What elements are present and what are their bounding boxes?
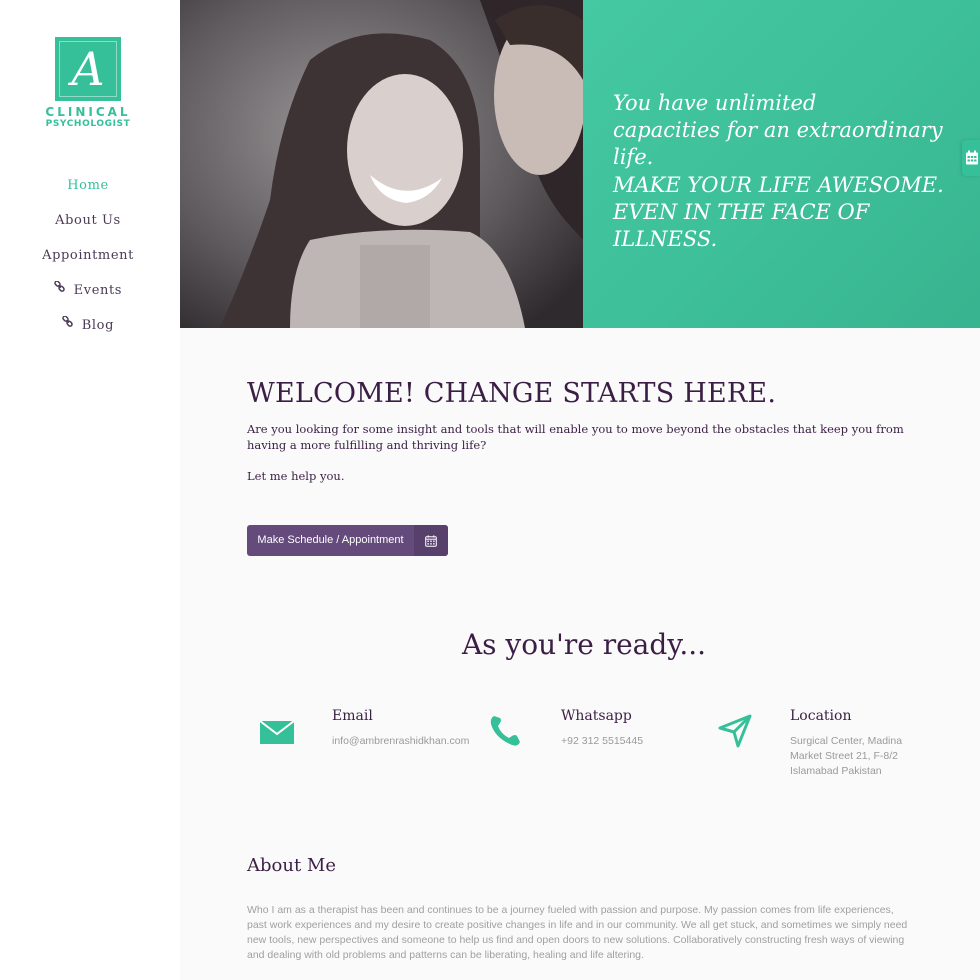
hero-slogan-line1: MAKE YOUR LIFE AWESOME. <box>613 173 944 197</box>
calendar-icon <box>966 150 978 165</box>
nav-item-label: Blog <box>81 318 114 333</box>
hero-slogan: MAKE YOUR LIFE AWESOME. EVEN IN THE FACE… <box>613 172 973 253</box>
ready-section-title: As you're ready... <box>461 628 707 661</box>
contact-email-title: Email <box>332 708 373 724</box>
nav-item-appointment[interactable]: Appointment <box>0 240 176 275</box>
logo-text-psychologist: PSYCHOLOGIST <box>45 119 131 129</box>
link-icon <box>54 273 65 305</box>
nav-item-about-us[interactable]: About Us <box>0 205 176 240</box>
main-content: WELCOME! CHANGE STARTS HERE. Are you loo… <box>180 328 980 980</box>
hero-quote-line1: You have unlimited <box>613 91 817 115</box>
button-icon-area <box>414 525 448 556</box>
sidebar: A CLINICAL PSYCHOLOGIST Home About Us Ap… <box>0 0 180 980</box>
make-appointment-button-label: Make Schedule / Appointment <box>257 534 404 546</box>
logo-letter: A <box>71 42 105 96</box>
main-nav: Home About Us Appointment Events Blog <box>0 170 176 345</box>
hero-slogan-line2: EVEN IN THE FACE OF ILLNESS. <box>613 200 870 251</box>
logo-mark: A <box>55 37 121 101</box>
nav-item-label: Appointment <box>42 248 134 263</box>
welcome-title: WELCOME! CHANGE STARTS HERE. <box>247 378 777 409</box>
appointment-side-tab[interactable] <box>962 140 980 176</box>
location-arrow-icon <box>718 714 752 748</box>
hero-quote-line2: capacities for an extraordinary life. <box>613 118 943 169</box>
logo-text-clinical: CLINICAL <box>45 105 131 119</box>
about-me-title: About Me <box>247 855 336 876</box>
contact-whatsapp-title: Whatsapp <box>561 708 632 724</box>
about-me-text: Who I am as a therapist has been and con… <box>247 904 908 961</box>
phone-icon <box>490 716 520 746</box>
envelope-icon <box>259 720 295 744</box>
nav-item-blog[interactable]: Blog <box>0 310 176 345</box>
nav-item-home[interactable]: Home <box>0 170 176 205</box>
contact-whatsapp-value[interactable]: +92 312 5515445 <box>561 734 701 749</box>
nav-item-events[interactable]: Events <box>0 275 176 310</box>
contact-email-value[interactable]: info@ambrenrashidkhan.com <box>332 734 472 749</box>
hero-quote: You have unlimited capacities for an ext… <box>613 90 973 171</box>
welcome-help-text: Let me help you. <box>247 469 345 483</box>
nav-item-label: Home <box>67 178 109 193</box>
nav-item-label: Events <box>73 283 123 298</box>
make-appointment-button[interactable]: Make Schedule / Appointment <box>247 525 448 556</box>
nav-item-label: About Us <box>55 213 121 228</box>
contact-location-value: Surgical Center, Madina Market Street 21… <box>790 735 903 777</box>
site-logo[interactable]: A CLINICAL PSYCHOLOGIST <box>0 37 176 130</box>
contact-location-title: Location <box>790 708 852 724</box>
link-icon <box>62 308 73 340</box>
welcome-text: Are you looking for some insight and too… <box>247 422 904 452</box>
hero-quote-panel: You have unlimited capacities for an ext… <box>583 0 980 328</box>
hero-photo <box>180 0 583 328</box>
calendar-icon <box>425 535 437 547</box>
hero-photo-couple <box>180 0 583 328</box>
